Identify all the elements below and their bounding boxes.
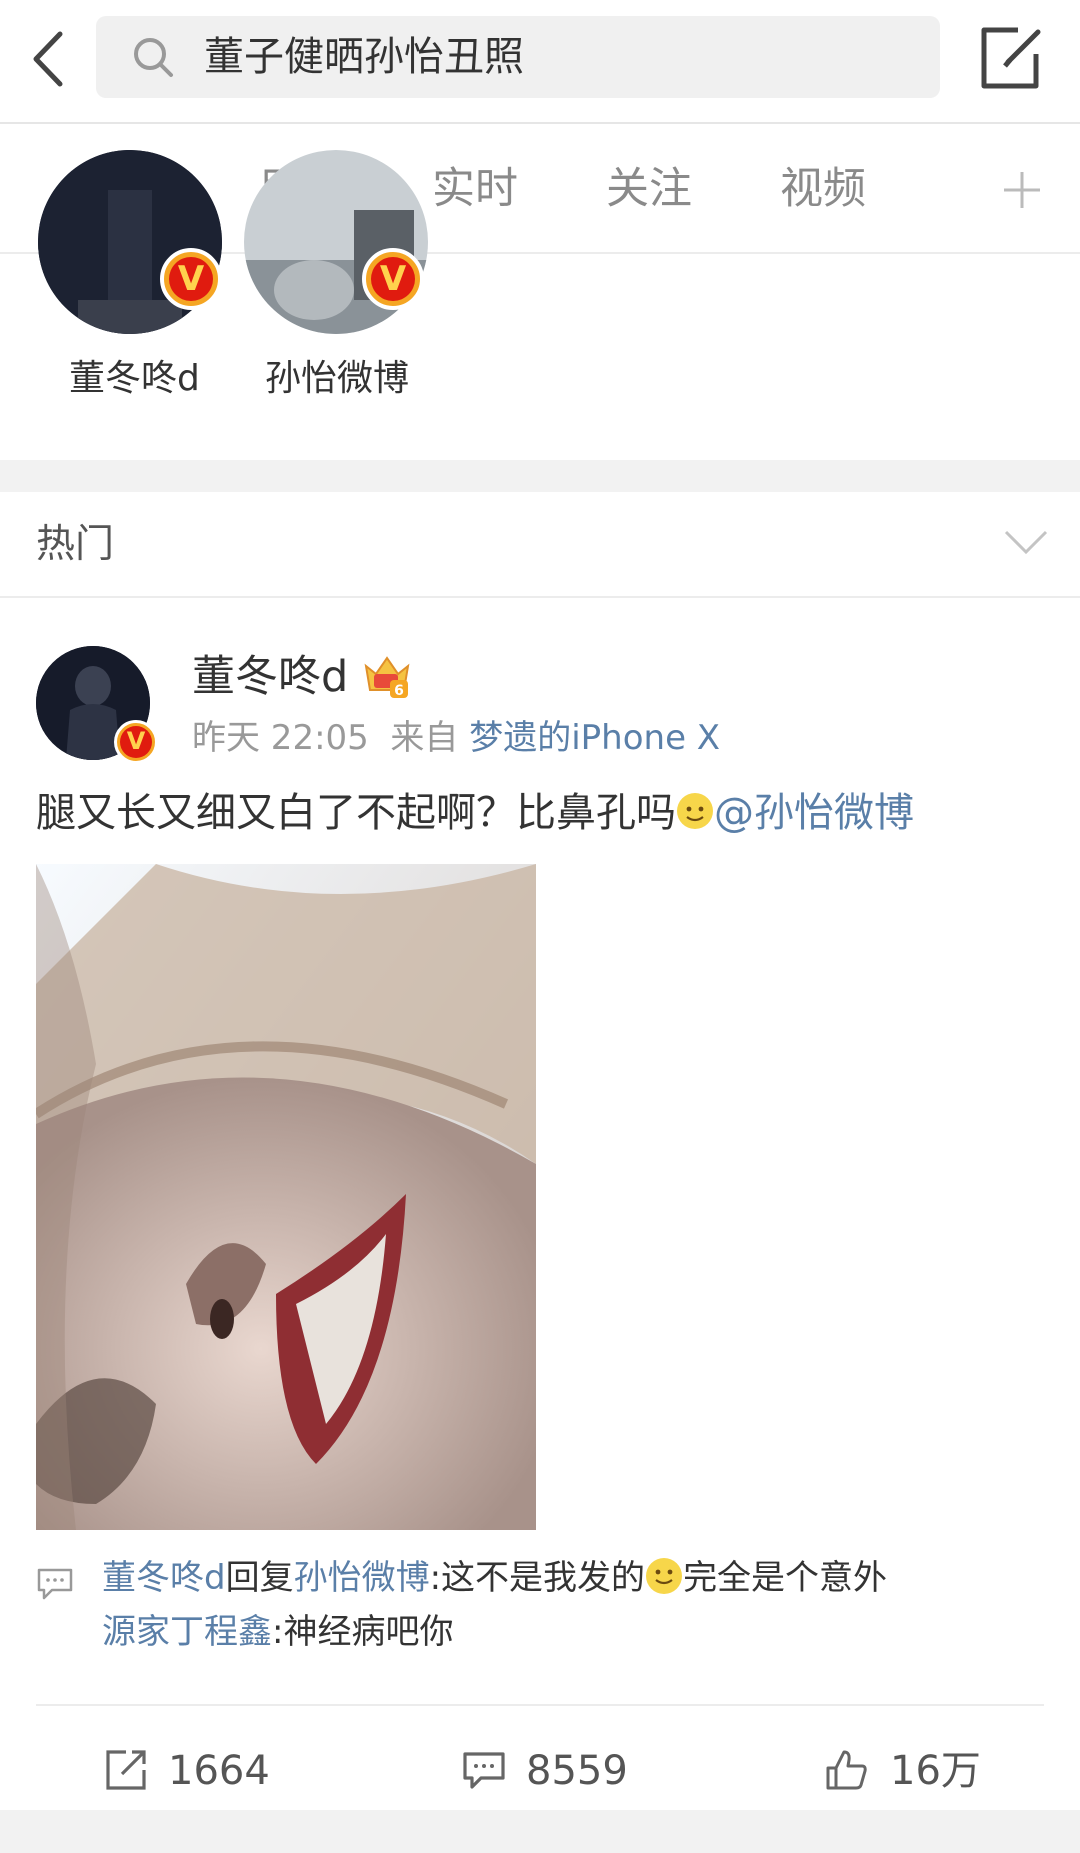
- comment-line: 董冬咚d回复孙怡微博:这不是我发的 完全是个意外: [102, 1558, 888, 1598]
- section-gap: [0, 460, 1080, 492]
- repost-icon[interactable]: [104, 1748, 148, 1792]
- users-row: V 董冬咚d V 孙怡微博: [0, 150, 1080, 460]
- smile-emoji-icon: [677, 793, 713, 829]
- verified-badge: V: [362, 248, 424, 310]
- comment-count[interactable]: 8559: [526, 1748, 628, 1794]
- like-count[interactable]: 16万: [890, 1748, 981, 1794]
- comment-user[interactable]: 源家丁程鑫: [102, 1612, 272, 1652]
- comment-user[interactable]: 董冬咚d: [102, 1558, 226, 1598]
- comment-icon[interactable]: [462, 1748, 506, 1792]
- author-name[interactable]: 董冬咚d: [192, 652, 348, 702]
- feed-gap: [0, 1810, 1080, 1853]
- tab-realtime[interactable]: 实时: [432, 164, 518, 214]
- verified-badge: V: [114, 720, 158, 764]
- chevron-down-icon[interactable]: [1002, 522, 1050, 562]
- like-icon[interactable]: [824, 1748, 868, 1792]
- repost-count[interactable]: 1664: [168, 1748, 270, 1794]
- svg-text:6: 6: [394, 683, 404, 699]
- comment-line: 源家丁程鑫:神经病吧你: [102, 1612, 454, 1652]
- comment-icon: [37, 1568, 73, 1600]
- hot-section-header: 热门: [0, 492, 1080, 598]
- section-title: 热门: [36, 522, 115, 567]
- post-source[interactable]: 梦遗的iPhone X: [469, 718, 720, 758]
- tab-following[interactable]: 关注: [606, 164, 692, 214]
- plus-icon[interactable]: [1000, 168, 1044, 212]
- post-photo[interactable]: [36, 864, 536, 1530]
- vip-crown-icon: 6: [364, 656, 410, 699]
- search-icon: [134, 38, 173, 77]
- search-input[interactable]: 董子健晒孙怡丑照: [96, 16, 940, 98]
- source-prefix: 来自: [390, 718, 459, 758]
- comment-target[interactable]: 孙怡微博: [294, 1558, 430, 1598]
- weibo-post: V 董冬咚d 6 昨天 22:05 来自 梦遗的iPhone X 腿又长又细又白…: [0, 598, 1080, 1810]
- search-query: 董子健晒孙怡丑照: [204, 34, 524, 80]
- user-name[interactable]: 孙怡微博: [265, 358, 409, 400]
- verified-badge: V: [160, 248, 222, 310]
- back-arrow-icon[interactable]: [26, 28, 70, 90]
- post-time: 昨天 22:05: [192, 718, 369, 758]
- mention-link[interactable]: @孙怡微博: [714, 790, 914, 836]
- top-bar: 董子健晒孙怡丑照: [0, 0, 1080, 124]
- user-name[interactable]: 董冬咚d: [69, 358, 200, 400]
- smile-emoji-icon: [646, 1558, 683, 1594]
- action-divider: [36, 1704, 1044, 1706]
- compose-icon[interactable]: [978, 24, 1046, 92]
- post-meta: 昨天 22:05 来自 梦遗的iPhone X: [192, 718, 720, 758]
- tab-video[interactable]: 视频: [780, 164, 866, 214]
- post-text: 腿又长又细又白了不起啊？比鼻孔吗 @孙怡微博: [36, 790, 914, 836]
